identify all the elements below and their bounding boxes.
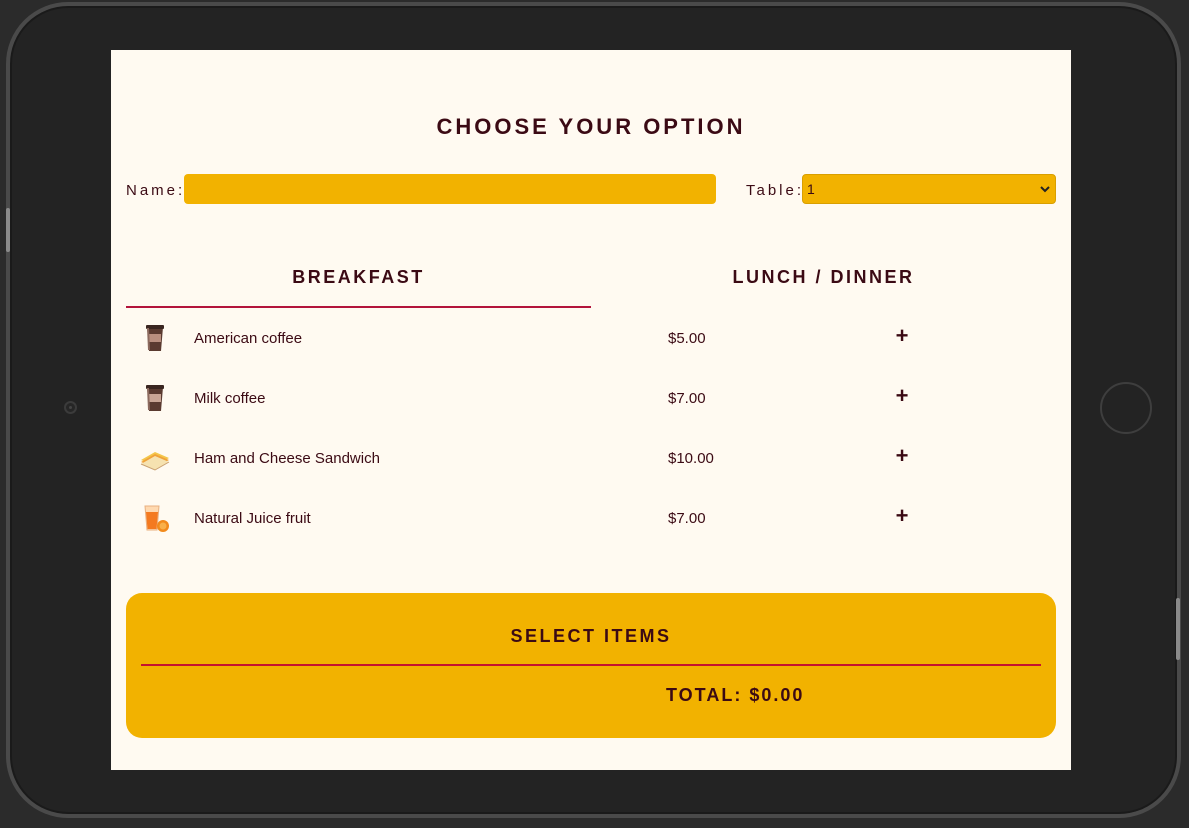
item-name: American coffee bbox=[194, 330, 303, 347]
item-price: $10.00 bbox=[668, 450, 714, 467]
sandwich-icon bbox=[140, 452, 170, 471]
name-label: Name: bbox=[126, 182, 186, 199]
list-item: Natural Juice fruit $7.00 + bbox=[126, 488, 1056, 548]
item-name: Milk coffee bbox=[194, 390, 266, 407]
table-select-value: 1 bbox=[807, 181, 815, 197]
page-title: CHOOSE YOUR OPTION bbox=[436, 114, 746, 139]
menu-list: American coffee $5.00 + Milk coffee $7.0… bbox=[126, 308, 1056, 548]
item-price: $7.00 bbox=[668, 390, 706, 407]
summary-divider bbox=[141, 664, 1041, 666]
add-item-button[interactable]: + bbox=[892, 445, 912, 467]
coffee-cup-icon bbox=[146, 385, 164, 411]
coffee-cup-icon bbox=[146, 325, 164, 351]
camera-icon bbox=[64, 401, 77, 414]
tab-breakfast[interactable]: BREAKFAST bbox=[126, 255, 591, 308]
tab-lunch-dinner[interactable]: LUNCH / DINNER bbox=[591, 255, 1056, 308]
juice-icon bbox=[144, 505, 169, 532]
add-item-button[interactable]: + bbox=[892, 505, 912, 527]
order-total: TOTAL: $0.00 bbox=[666, 685, 805, 705]
table-label: Table: bbox=[746, 182, 805, 199]
list-item: American coffee $5.00 + bbox=[126, 308, 1056, 368]
order-summary: SELECT ITEMS TOTAL: $0.00 bbox=[126, 593, 1056, 738]
name-input[interactable] bbox=[184, 174, 716, 204]
add-item-button[interactable]: + bbox=[892, 325, 912, 347]
add-item-button[interactable]: + bbox=[892, 385, 912, 407]
item-price: $5.00 bbox=[668, 330, 706, 347]
tablet-side-button-right bbox=[1176, 598, 1180, 660]
item-name: Ham and Cheese Sandwich bbox=[194, 450, 380, 467]
order-form: Name: Table: 1 bbox=[126, 174, 1056, 205]
menu-tabs: BREAKFAST LUNCH / DINNER bbox=[126, 255, 1056, 308]
list-item: Milk coffee $7.00 + bbox=[126, 368, 1056, 428]
app-screen: CHOOSE YOUR OPTION Name: Table: 1 BREAKF… bbox=[111, 50, 1071, 770]
list-item: Ham and Cheese Sandwich $10.00 + bbox=[126, 428, 1056, 488]
item-price: $7.00 bbox=[668, 510, 706, 527]
item-name: Natural Juice fruit bbox=[194, 510, 311, 527]
chevron-down-icon bbox=[1040, 186, 1050, 193]
summary-title: SELECT ITEMS bbox=[510, 626, 672, 646]
table-select[interactable]: 1 bbox=[802, 174, 1056, 204]
home-button[interactable] bbox=[1100, 382, 1152, 434]
tablet-side-button-left bbox=[6, 208, 10, 252]
